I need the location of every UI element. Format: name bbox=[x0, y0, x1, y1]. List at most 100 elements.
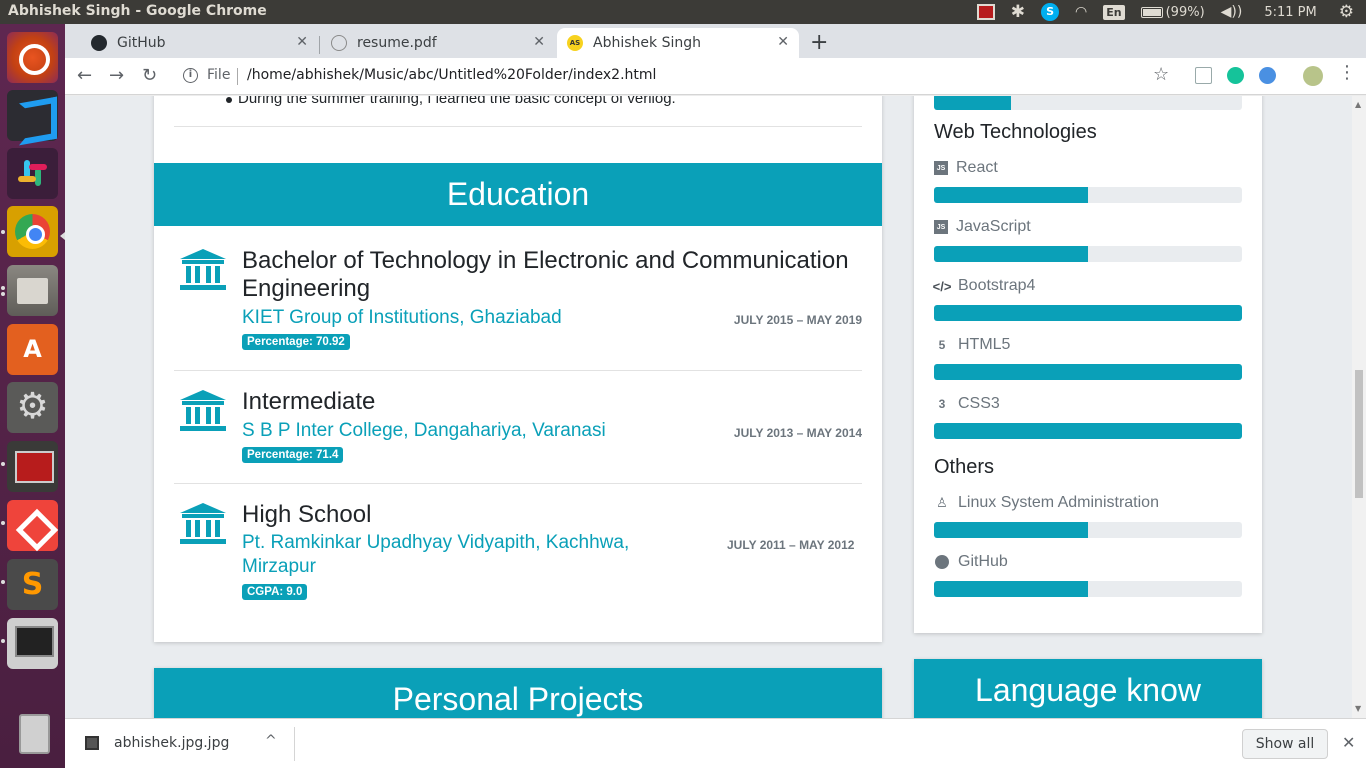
running-indicator bbox=[1, 292, 5, 296]
tab-separator bbox=[319, 36, 320, 54]
software-center-icon[interactable] bbox=[7, 324, 58, 375]
skill-progress-fill bbox=[934, 96, 1011, 110]
skill-progress-fill bbox=[934, 364, 1242, 380]
ubuntu-logo-icon[interactable] bbox=[7, 32, 58, 83]
skill-progress-bar bbox=[934, 305, 1242, 321]
file-chip[interactable]: File bbox=[207, 67, 230, 83]
power-gear-icon[interactable]: ⚙ bbox=[1339, 2, 1354, 22]
tab-label: resume.pdf bbox=[357, 35, 437, 51]
js-icon: JS bbox=[934, 220, 948, 234]
back-icon[interactable]: ← bbox=[77, 65, 92, 86]
info-icon[interactable]: i bbox=[183, 68, 198, 83]
display-icon[interactable] bbox=[7, 618, 58, 669]
scroll-down-icon[interactable]: ▼ bbox=[1355, 704, 1361, 713]
forward-icon[interactable]: → bbox=[109, 65, 124, 86]
keyboard-layout[interactable]: En bbox=[1103, 4, 1125, 20]
as-icon: AS bbox=[567, 35, 583, 51]
divider bbox=[237, 68, 238, 85]
tab-label: Abhishek Singh bbox=[593, 35, 701, 51]
date-range: JULY 2015 – MAY 2019 bbox=[733, 313, 862, 327]
bullet-icon bbox=[226, 97, 232, 103]
battery-percent: (99%) bbox=[1165, 4, 1205, 20]
recorder-icon[interactable] bbox=[976, 4, 995, 20]
sublime-text-icon[interactable] bbox=[7, 559, 58, 610]
skill-label: HTML5 bbox=[958, 336, 1011, 353]
vscode-icon[interactable] bbox=[7, 90, 58, 141]
skill-html5: 5 HTML5 bbox=[934, 336, 1011, 354]
battery-indicator[interactable]: (99%) bbox=[1140, 4, 1205, 20]
volume-icon[interactable]: ◀)) bbox=[1221, 4, 1243, 20]
battery-icon bbox=[1140, 6, 1163, 18]
window-title: Abhishek Singh - Google Chrome bbox=[8, 3, 267, 19]
anydesk-icon[interactable] bbox=[7, 500, 58, 551]
pdf-icon bbox=[331, 35, 347, 51]
toolbar: ← → ↻ i File /home/abhishek/Music/abc/Un… bbox=[65, 58, 1366, 95]
close-icon[interactable]: ✕ bbox=[533, 34, 545, 50]
projects-card: Personal Projects bbox=[154, 668, 882, 718]
degree-title: Bachelor of Technology in Electronic and… bbox=[242, 247, 849, 302]
new-tab-button[interactable]: + bbox=[810, 30, 828, 55]
wifi-icon[interactable]: ◠ bbox=[1075, 4, 1087, 20]
web-technologies-heading: Web Technologies bbox=[934, 121, 1097, 143]
slack-icon[interactable] bbox=[7, 148, 58, 199]
tab-github[interactable]: GitHub ✕ bbox=[83, 28, 318, 58]
skill-progress-fill bbox=[934, 246, 1088, 262]
reload-icon[interactable]: ↻ bbox=[142, 65, 157, 86]
extension-icon[interactable] bbox=[1195, 67, 1212, 84]
scroll-thumb[interactable] bbox=[1355, 370, 1363, 498]
html5-icon: 5 bbox=[938, 338, 946, 352]
skill-label: React bbox=[956, 159, 998, 176]
css3-icon: 3 bbox=[938, 397, 946, 411]
clock[interactable]: 5:11 PM bbox=[1264, 5, 1316, 20]
skill-css3: 3 CSS3 bbox=[934, 395, 1000, 413]
system-settings-icon[interactable] bbox=[7, 382, 58, 433]
running-indicator bbox=[1, 286, 5, 290]
others-heading: Others bbox=[934, 456, 995, 478]
close-icon[interactable]: ✕ bbox=[1342, 733, 1355, 752]
institution-link[interactable]: Pt. Ramkinkar Upadhyay Vidyapith, Kachhw… bbox=[242, 531, 682, 579]
terminal-icon[interactable] bbox=[7, 441, 58, 492]
files-icon[interactable] bbox=[7, 265, 58, 316]
skill-progress-bar bbox=[934, 423, 1242, 439]
address-bar[interactable]: /home/abhishek/Music/abc/Untitled%20Fold… bbox=[247, 67, 656, 83]
show-all-button[interactable]: Show all bbox=[1242, 729, 1328, 759]
skill-progress-fill bbox=[934, 522, 1088, 538]
trash-icon[interactable] bbox=[7, 708, 58, 759]
avatar[interactable] bbox=[1303, 66, 1323, 86]
scroll-up-icon[interactable]: ▲ bbox=[1355, 100, 1361, 109]
training-bullet: During the summer training, I learned th… bbox=[238, 96, 676, 107]
tab-resume-pdf[interactable]: resume.pdf ✕ bbox=[321, 28, 555, 58]
chrome-icon[interactable] bbox=[7, 206, 58, 257]
tab-abhishek-singh[interactable]: AS Abhishek Singh ✕ bbox=[557, 28, 799, 58]
menu-icon[interactable]: ⋮ bbox=[1338, 62, 1356, 83]
js-icon: JS bbox=[934, 161, 948, 175]
chevron-up-icon[interactable]: ^ bbox=[265, 733, 277, 749]
tab-label: GitHub bbox=[117, 35, 166, 51]
skype-tray-icon[interactable]: S bbox=[1041, 3, 1060, 21]
page-scrollbar[interactable]: ▲ ▼ bbox=[1352, 96, 1366, 718]
institution-link[interactable]: S B P Inter College, Dangahariya, Varana… bbox=[242, 419, 606, 443]
launcher bbox=[0, 24, 65, 768]
divider bbox=[174, 483, 862, 484]
institution-link[interactable]: KIET Group of Institutions, Ghaziabad bbox=[242, 306, 562, 330]
skill-progress-bar bbox=[934, 364, 1242, 380]
system-tray: ✱ S ◠ En (99%) ◀)) 5:11 PM ⚙ bbox=[969, 0, 1366, 24]
education-heading: Education bbox=[154, 163, 882, 226]
slack-tray-icon[interactable]: ✱ bbox=[1011, 2, 1025, 22]
bookmark-star-icon[interactable]: ☆ bbox=[1153, 64, 1169, 85]
skill-progress-fill bbox=[934, 423, 1242, 439]
github-icon bbox=[934, 554, 950, 570]
degree-title: Intermediate bbox=[242, 388, 376, 415]
degree-title: High School bbox=[242, 501, 372, 528]
download-item[interactable]: abhishek.jpg.jpg bbox=[85, 735, 229, 751]
close-icon[interactable]: ✕ bbox=[296, 34, 308, 50]
date-range: JULY 2011 – MAY 2012 bbox=[727, 538, 855, 552]
skill-label: Linux System Administration bbox=[958, 494, 1159, 511]
running-indicator bbox=[1, 639, 5, 643]
skill-javascript: JS JavaScript bbox=[934, 218, 1031, 236]
close-icon[interactable]: ✕ bbox=[777, 34, 789, 50]
skill-progress-bar bbox=[934, 187, 1242, 203]
grammarly-icon[interactable] bbox=[1227, 67, 1244, 84]
extension-icon[interactable] bbox=[1259, 67, 1276, 84]
divider bbox=[174, 370, 862, 371]
